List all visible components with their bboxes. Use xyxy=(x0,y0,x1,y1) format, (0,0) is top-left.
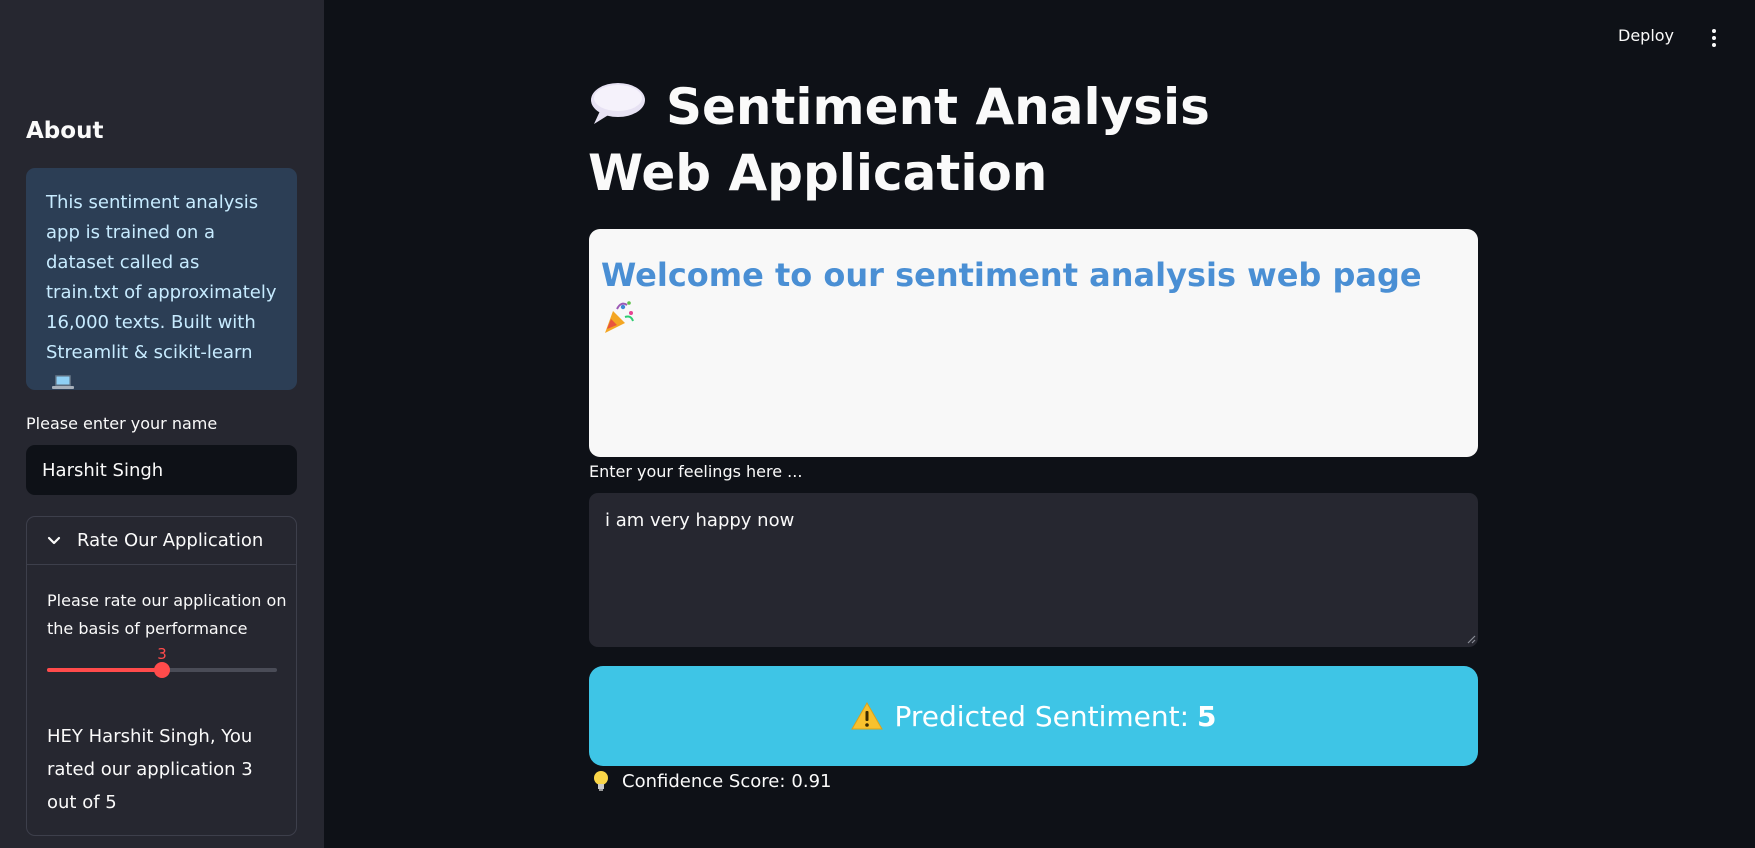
rate-expander-header[interactable]: Rate Our Application xyxy=(27,517,296,565)
deploy-button[interactable]: Deploy xyxy=(1618,26,1674,45)
prediction-label: Predicted Sentiment: xyxy=(894,699,1190,733)
name-label: Please enter your name xyxy=(26,414,218,433)
laptop-icon xyxy=(52,375,74,389)
rate-label: Please rate our application on the basis… xyxy=(47,591,287,638)
chevron-down-icon xyxy=(47,536,61,544)
rating-message: HEY Harshit Singh, You rated our applica… xyxy=(47,726,253,813)
slider-value: 3 xyxy=(157,645,167,663)
rating-slider[interactable]: 3 xyxy=(47,645,277,685)
confidence-score: Confidence Score: 0.91 xyxy=(592,770,831,792)
lightbulb-icon xyxy=(594,771,608,791)
about-text: This sentiment analysis app is trained o… xyxy=(46,192,277,363)
about-info-box: This sentiment analysis app is trained o… xyxy=(26,168,297,390)
party-popper-icon xyxy=(605,301,634,333)
confidence-value: 0.91 xyxy=(791,770,832,792)
rate-expander: Rate Our Application Please rate our app… xyxy=(26,516,297,836)
vertical-ellipsis-icon[interactable] xyxy=(1707,27,1721,49)
speech-balloon-icon xyxy=(591,83,645,124)
feelings-label: Enter your feelings here ... xyxy=(589,462,803,481)
prediction-value: 5 xyxy=(1197,699,1217,733)
slider-fill xyxy=(47,668,162,672)
slider-thumb[interactable] xyxy=(154,662,170,678)
rate-expander-title: Rate Our Application xyxy=(77,530,264,551)
welcome-box: Welcome to our sentiment analysis web pa… xyxy=(589,229,1478,457)
app-root: About This sentiment analysis app is tra… xyxy=(0,0,1755,848)
sidebar: About This sentiment analysis app is tra… xyxy=(0,0,324,848)
page-title-text: Sentiment Analysis Web Application xyxy=(588,78,1210,202)
feelings-textarea[interactable]: i am very happy now xyxy=(589,493,1478,647)
confidence-label: Confidence Score: xyxy=(622,770,786,792)
prediction-box: Predicted Sentiment: 5 xyxy=(589,666,1478,766)
resize-grip-icon[interactable] xyxy=(1466,634,1476,644)
sidebar-heading: About xyxy=(26,118,104,144)
page-title: Sentiment Analysis Web Application xyxy=(588,74,1308,206)
welcome-text: Welcome to our sentiment analysis web pa… xyxy=(601,256,1422,294)
warning-icon xyxy=(850,702,883,730)
name-input[interactable] xyxy=(26,445,297,495)
